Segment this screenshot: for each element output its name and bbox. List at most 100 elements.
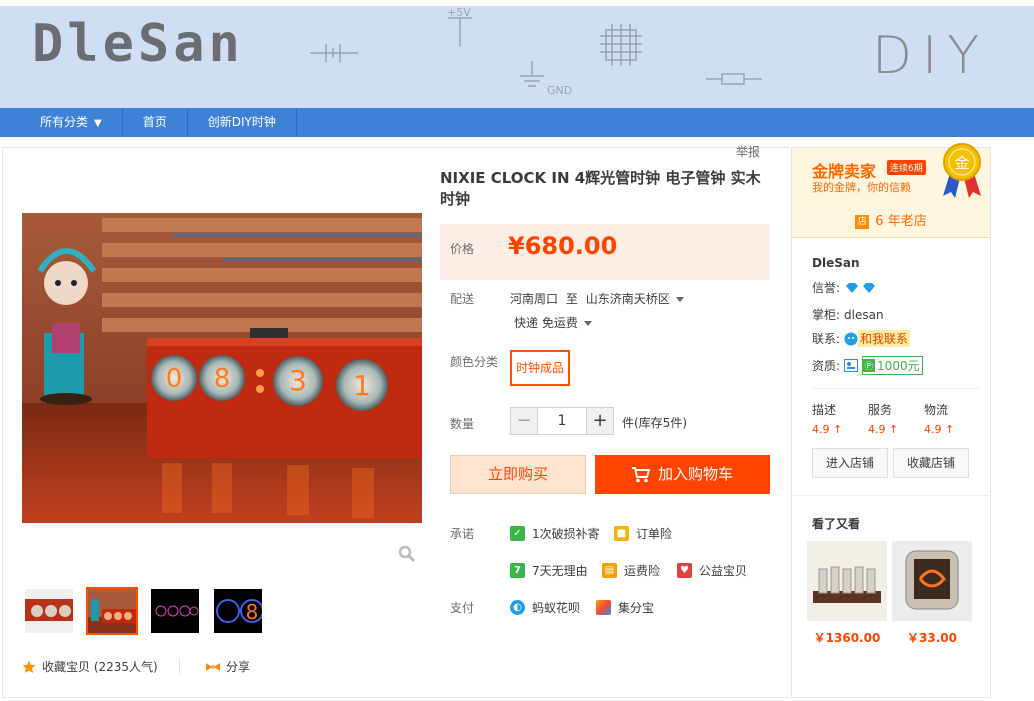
thumbnail-2-selected[interactable] — [86, 587, 138, 635]
shipping-method-select[interactable]: 快递 免运费 — [514, 314, 592, 331]
nixie-digit-2: 8 — [214, 364, 231, 394]
payment-text: 集分宝 — [618, 601, 655, 615]
product-main-image[interactable]: 0 8 3 1 — [22, 213, 422, 523]
nav-item-all-categories[interactable]: 所有分类 ▼ — [20, 108, 123, 137]
payment-item[interactable]: ◐ 蚂蚁花呗 — [510, 599, 580, 616]
color-label: 颜色分类 — [450, 355, 499, 369]
id-card-icon[interactable] — [844, 359, 859, 372]
thumbnail-1[interactable] — [23, 587, 75, 635]
shop-nav-bar: 所有分类 ▼ 首页 创新DIY时钟 — [20, 108, 970, 137]
payment-text: 蚂蚁花呗 — [532, 601, 581, 615]
report-link[interactable]: 举报 — [736, 143, 760, 160]
promise-item[interactable]: ■ 订单险 — [614, 525, 672, 542]
plus5v-label: +5V — [447, 6, 471, 19]
promise-item[interactable]: ♥ 公益宝贝 — [677, 562, 747, 579]
contact-label: 联系: — [812, 332, 841, 346]
quantity-input[interactable] — [537, 408, 587, 434]
share-link[interactable]: 分享 — [205, 658, 250, 675]
payment-label: 支付 — [450, 601, 475, 615]
quantity-stepper: − + — [510, 407, 614, 435]
favorite-item-link[interactable]: 收藏宝贝 (2235人气) — [22, 658, 158, 675]
divider — [179, 658, 180, 674]
contact-seller-button[interactable]: 和我联系 — [844, 330, 911, 347]
score-label: 服务 — [868, 403, 893, 417]
chevron-down-icon — [675, 297, 684, 302]
nav-item-home[interactable]: 首页 — [123, 108, 188, 137]
gold-seller-header: 金牌卖家 连续6期 我的金牌，你的信赖 金 店6 年老店 — [792, 143, 990, 238]
nav-item-label: 创新DIY时钟 — [207, 115, 276, 129]
contact-row: 联系: 和我联系 — [812, 330, 911, 347]
recommended-item[interactable]: ￥1360.00 — [807, 541, 887, 646]
favorite-label: 收藏宝贝 (2235人气) — [42, 660, 158, 674]
promise-text: 1次破损补寄 — [532, 527, 600, 541]
payment-item[interactable]: 集分宝 — [596, 599, 654, 616]
promise-item[interactable]: ✓ 1次破损补寄 — [510, 525, 600, 542]
promise-text: 运费险 — [624, 564, 661, 578]
huabei-icon: ◐ — [510, 600, 525, 615]
shipping-destination: 山东济南天桥区 — [585, 292, 670, 306]
banner-diy-text: DIY — [872, 26, 990, 86]
star-icon — [22, 660, 36, 673]
shipping-from: 河南周口 — [510, 292, 559, 306]
favorite-shop-button[interactable]: 收藏店铺 — [893, 448, 969, 478]
dropdown-triangle-icon: ▼ — [94, 118, 102, 129]
shop-nav: 所有分类 ▼ 首页 创新DIY时钟 — [0, 108, 1034, 137]
shop-icon: 店 — [855, 214, 870, 229]
buy-now-button[interactable]: 立即购买 — [450, 455, 586, 494]
shipping-row: 河南周口 至 山东济南天桥区 — [510, 290, 684, 307]
promise-item[interactable]: 7 7天无理由 — [510, 562, 588, 579]
recommended-item-image[interactable] — [892, 541, 972, 621]
nixie-digit-4: 1 — [353, 369, 371, 402]
add-to-cart-label: 加入购物车 — [657, 465, 733, 483]
thumbnail-3[interactable] — [149, 587, 201, 635]
wangwang-icon — [844, 332, 858, 345]
nixie-digit-1: 0 — [166, 364, 183, 394]
gold-streak-badge: 连续6期 — [887, 160, 926, 175]
credit-label: 信誉: — [812, 281, 841, 295]
product-title: NIXIE CLOCK IN 4辉光管时钟 电子管钟 实木时钟 — [440, 169, 761, 208]
recommended-item-image[interactable] — [807, 541, 887, 621]
recommended-item[interactable]: ￥33.00 — [892, 541, 972, 646]
add-to-cart-button[interactable]: 加入购物车 — [595, 455, 770, 494]
color-option-selected[interactable]: 时钟成品 — [510, 350, 570, 386]
shipping-destination-select[interactable]: 山东济南天桥区 — [586, 292, 684, 306]
score-value: 4.9 — [924, 423, 942, 436]
thumbnail-4[interactable]: 8 — [212, 587, 264, 635]
qualification-row: 资质: Ⓟ 1000元 — [812, 356, 923, 375]
chevron-down-icon — [583, 321, 592, 326]
jifenbao-icon — [596, 600, 611, 615]
nav-item-label: 首页 — [142, 115, 167, 129]
seller-sidebar: 金牌卖家 连续6期 我的金牌，你的信赖 金 店6 年老店 DleSan 信誉: … — [791, 143, 991, 698]
enter-shop-button[interactable]: 进入店铺 — [812, 448, 888, 478]
arrow-up-icon: ↑ — [945, 423, 955, 436]
contact-seller-label: 和我联系 — [858, 330, 911, 347]
diamond-rating-icon — [846, 282, 876, 293]
shop-age: 店 6 年老店 — [792, 210, 990, 229]
promise-item[interactable]: ▤ 运费险 — [602, 562, 660, 579]
shop-scores: 描述 4.9 ↑ 服务 4.9 ↑ 物流 4.9 ↑ — [812, 388, 980, 436]
quantity-decrease-button[interactable]: − — [511, 408, 537, 434]
seller-name[interactable]: DleSan — [812, 256, 860, 270]
thumbnail-list: 8 — [23, 587, 275, 635]
score-label: 物流 — [924, 403, 949, 417]
seven-day-icon: 7 — [510, 563, 525, 578]
deposit-badge[interactable]: Ⓟ 1000元 — [862, 356, 923, 375]
also-viewed-title: 看了又看 — [812, 517, 861, 531]
promise-text: 订单险 — [636, 527, 673, 541]
shield-icon: ✓ — [510, 526, 525, 541]
deposit-amount: 1000元 — [877, 359, 920, 373]
svg-text:8: 8 — [246, 600, 259, 624]
divider — [792, 495, 990, 496]
stock-text: 件(库存5件) — [622, 416, 687, 430]
gnd-label: GND — [547, 84, 572, 97]
owner-name: dlesan — [844, 307, 884, 322]
owner-label: 掌柜: — [812, 308, 841, 322]
quantity-increase-button[interactable]: + — [587, 408, 613, 434]
charity-icon: ♥ — [677, 563, 692, 578]
arrow-up-icon: ↑ — [889, 423, 899, 436]
shop-logo[interactable]: DleSan — [32, 14, 244, 74]
nav-item-diy-clock[interactable]: 创新DIY时钟 — [188, 108, 297, 137]
zoom-magnifier-icon[interactable] — [398, 545, 416, 563]
score-service: 服务 4.9 ↑ — [868, 401, 924, 436]
promise-text: 公益宝贝 — [699, 564, 748, 578]
